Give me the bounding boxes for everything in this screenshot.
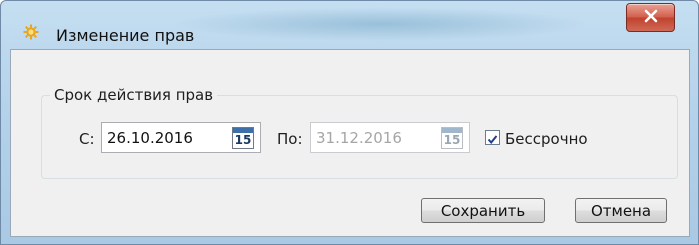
indefinite-checkbox[interactable] <box>485 130 500 145</box>
indefinite-label[interactable]: Бессрочно <box>505 130 588 148</box>
close-button[interactable] <box>626 3 675 32</box>
save-button[interactable]: Сохранить <box>421 198 545 223</box>
sun-gear-icon <box>23 24 39 40</box>
to-date-value: 31.12.2016 <box>316 129 402 147</box>
title-bar[interactable]: Изменение прав <box>1 1 698 49</box>
close-icon <box>643 8 659 27</box>
to-date-label: По: <box>277 130 303 148</box>
calendar-day: 15 <box>234 133 252 147</box>
dialog-body: Срок действия прав С: 26.10.2016 15 По: … <box>10 49 690 237</box>
calendar-icon: 15 <box>441 127 463 149</box>
window-title: Изменение прав <box>56 26 195 45</box>
from-date-label: С: <box>79 130 95 148</box>
title-bar-glow <box>171 7 591 41</box>
calendar-day: 15 <box>443 133 461 147</box>
validity-period-legend: Срок действия прав <box>50 86 218 104</box>
cancel-button[interactable]: Отмена <box>575 198 667 223</box>
from-date-value[interactable]: 26.10.2016 <box>107 129 193 147</box>
from-date-picker[interactable]: 26.10.2016 15 <box>101 122 261 153</box>
to-date-picker: 31.12.2016 15 <box>310 122 470 153</box>
dialog-window: Изменение прав Срок действия прав С: 26.… <box>0 0 699 245</box>
checkmark-icon <box>487 135 498 145</box>
calendar-icon[interactable]: 15 <box>232 127 254 149</box>
